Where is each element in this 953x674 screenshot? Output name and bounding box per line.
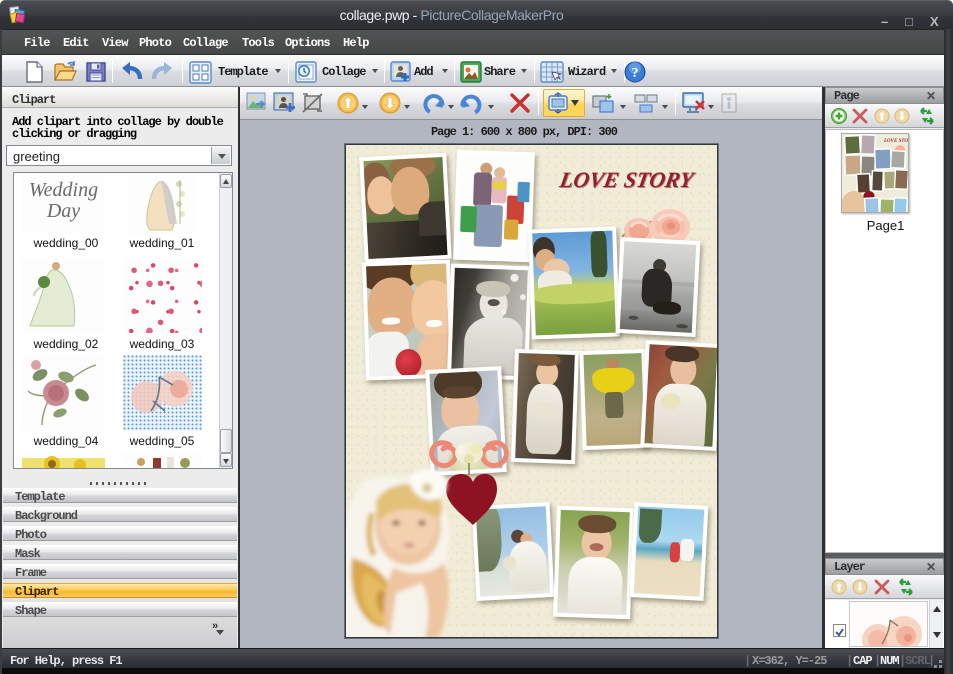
svg-text:?: ? xyxy=(632,66,639,81)
svg-text:LOVE STORY: LOVE STORY xyxy=(883,139,909,144)
